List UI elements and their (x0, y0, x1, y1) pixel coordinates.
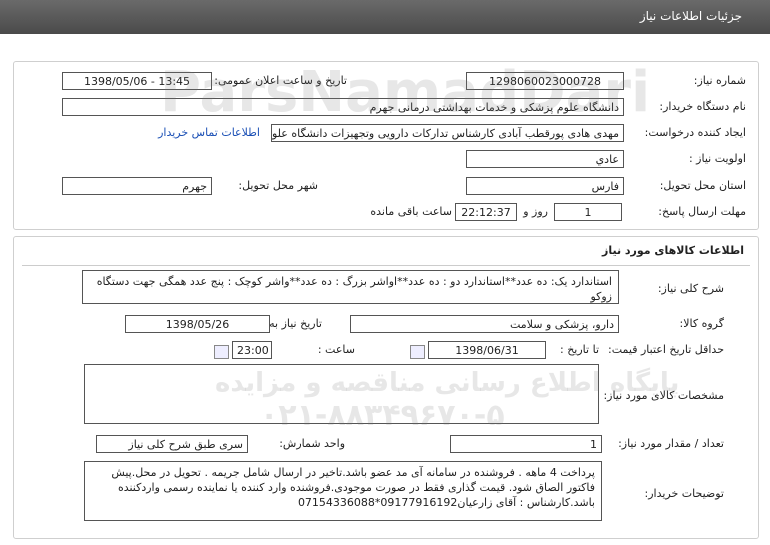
delivery-city-field: جهرم (62, 177, 212, 195)
price-validity-until-label: تا تاریخ : (560, 343, 599, 356)
goods-group-label: گروه کالا: (679, 317, 724, 330)
delivery-province-field: فارس (466, 177, 624, 195)
goods-info-panel: اطلاعات کالاهای مورد نیاز شرح کلی نیاز: … (13, 236, 759, 539)
general-desc-field: استاندارد یک: ده عدد**استاندارد دو : ده … (82, 270, 619, 304)
goods-specs-field (84, 364, 599, 424)
priority-label: اولویت نیاز : (688, 152, 746, 165)
deadline-days-unit: روز و (523, 205, 548, 218)
need-number-label: شماره نیاز: (693, 74, 746, 87)
quantity-label: تعداد / مقدار مورد نیاز: (618, 437, 724, 450)
buyer-contact-link[interactable]: اطلاعات تماس خریدار (158, 126, 260, 139)
section-divider (22, 265, 750, 266)
price-validity-date-field: 1398/06/31 (428, 341, 546, 359)
calendar-icon[interactable] (410, 345, 425, 359)
delivery-city-label: شهر محل تحویل: (238, 179, 318, 192)
goods-group-field: دارو، پزشکی و سلامت (350, 315, 619, 333)
announce-datetime-field: 1398/05/06 - 13:45 (62, 72, 212, 90)
delivery-province-label: استان محل تحویل: (659, 179, 746, 192)
announce-datetime-label: تاریخ و ساعت اعلان عمومی: (214, 74, 347, 87)
need-number-field: 1298060023000728 (466, 72, 624, 90)
price-validity-time-field: 23:00 (232, 341, 272, 359)
response-deadline-label: مهلت ارسال پاسخ: (658, 205, 746, 218)
unit-label: واحد شمارش: (279, 437, 345, 450)
goods-specs-label: مشخصات کالای مورد نیاز: (603, 389, 724, 402)
general-desc-label: شرح کلی نیاز: (657, 282, 724, 295)
window-title: جزئیات اطلاعات نیاز (639, 9, 742, 23)
deadline-remaining-label: ساعت باقی مانده (370, 205, 452, 218)
price-validity-label: حداقل تاریخ اعتبار قیمت: (608, 343, 724, 356)
buyer-notes-field: پرداخت 4 ماهه . فروشنده در سامانه آی مد … (84, 461, 602, 521)
need-date-field: 1398/05/26 (125, 315, 270, 333)
requester-field: مهدی هادی پورقطب آبادی کارشناس تدارکات د… (271, 124, 624, 142)
price-validity-time-label: ساعت : (317, 343, 355, 356)
window-titlebar: جزئیات اطلاعات نیاز (0, 0, 770, 34)
buyer-org-field: دانشگاه علوم پزشکی و خدمات بهداشتی درمان… (62, 98, 624, 116)
need-info-panel: شماره نیاز: 1298060023000728 تاریخ و ساع… (13, 61, 759, 230)
clock-icon[interactable] (214, 345, 229, 359)
buyer-notes-label: توضیحات خریدار: (644, 487, 725, 500)
priority-field: عادي (466, 150, 624, 168)
requester-label: ایجاد کننده درخواست: (644, 126, 746, 139)
deadline-time-field: 22:12:37 (455, 203, 517, 221)
unit-field: سری طبق شرح کلی نیاز (96, 435, 248, 453)
goods-section-title: اطلاعات کالاهای مورد نیاز (602, 244, 744, 257)
buyer-org-label: نام دستگاه خریدار: (659, 100, 746, 113)
quantity-field: 1 (450, 435, 602, 453)
deadline-days-field: 1 (554, 203, 622, 221)
